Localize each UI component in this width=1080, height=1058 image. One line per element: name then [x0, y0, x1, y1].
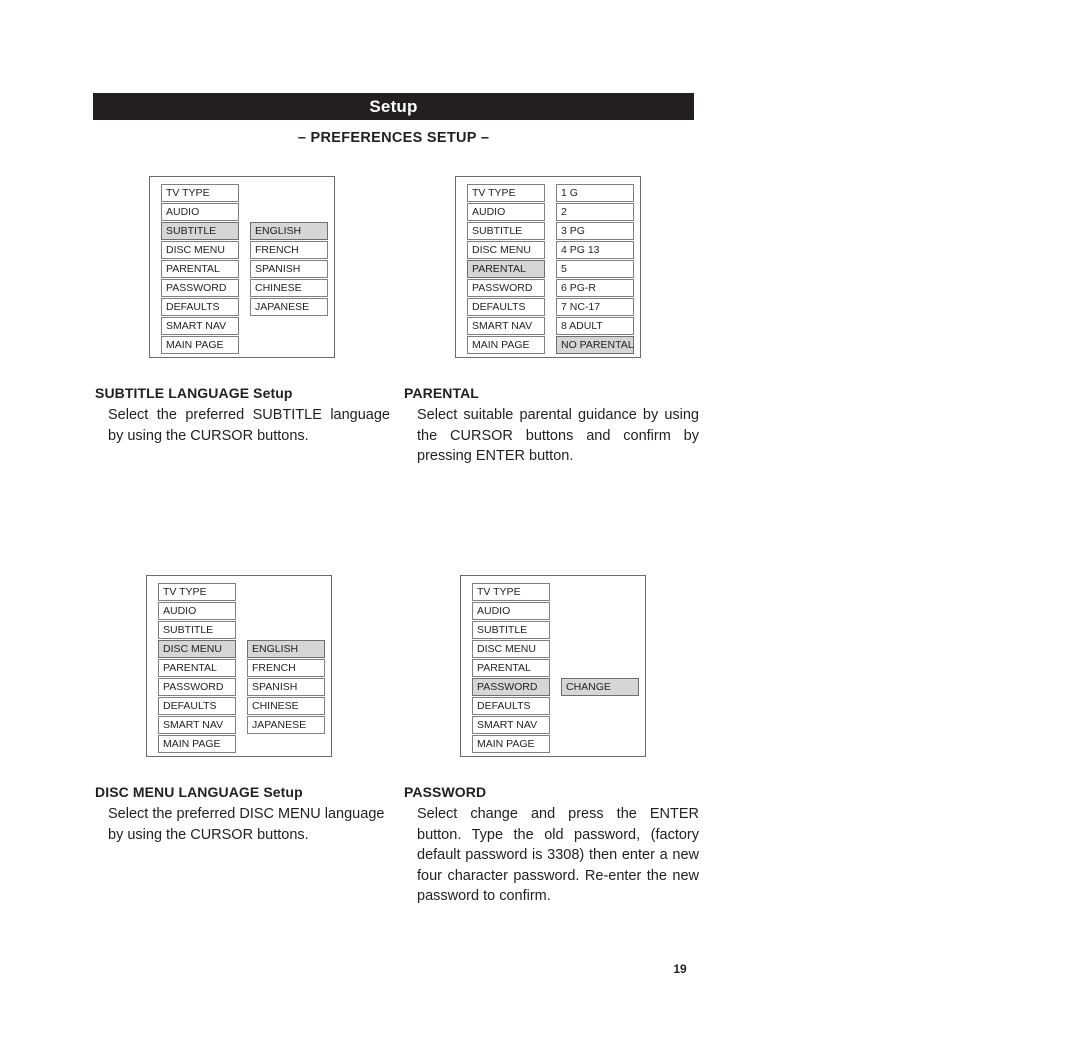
- subtitle-language-heading: SUBTITLE LANGUAGE Setup: [95, 385, 293, 401]
- menu-item[interactable]: DEFAULTS: [467, 298, 545, 316]
- manual-page: Setup – PREFERENCES SETUP – TV TYPE AUDIO…: [0, 0, 1080, 1058]
- menu-column-left: TV TYPE AUDIO SUBTITLE DISC MENU PARENTAL PAS…: [161, 184, 239, 354]
- menu-item[interactable]: AUDIO: [161, 203, 239, 221]
- menu-item[interactable]: AUDIO: [467, 203, 545, 221]
- menu-item[interactable]: PARENTAL: [161, 260, 239, 278]
- menu-item[interactable]: MAIN PAGE: [161, 336, 239, 354]
- menu-item[interactable]: SUBTITLE: [472, 621, 550, 639]
- menu-item-selected[interactable]: NO PARENTAL: [556, 336, 634, 354]
- menu-item[interactable]: 4 PG 13: [556, 241, 634, 259]
- menu-item[interactable]: FRENCH: [250, 241, 328, 259]
- disc-menu-language-body: Select the preferred DISC MENU language …: [108, 806, 385, 843]
- menu-column-spacer: [250, 184, 328, 221]
- menu-item-selected[interactable]: PASSWORD: [472, 678, 550, 696]
- menu-item-selected[interactable]: CHANGE: [561, 678, 639, 696]
- menu-item[interactable]: PARENTAL: [158, 659, 236, 677]
- section-title: – PREFERENCES SETUP –: [297, 130, 490, 146]
- menu-item[interactable]: DISC MENU: [467, 241, 545, 259]
- disc-menu-language-section: DISC MENU LANGUAGE Setup Select the pref…: [95, 784, 390, 845]
- menu-item[interactable]: PARENTAL: [472, 659, 550, 677]
- menu-item[interactable]: MAIN PAGE: [472, 735, 550, 753]
- subtitle-language-menu-diagram: TV TYPE AUDIO SUBTITLE DISC MENU PARENTAL PAS…: [149, 176, 335, 358]
- menu-column-right: 1 G23 PG 4 PG 13 5 6 PG-R 7 NC-17 8 ADULT NO P…: [556, 184, 634, 354]
- disc-menu-language-menu-diagram: TV TYPE AUDIO SUBTITLE DISC MENU PARENTAL PAS…: [146, 575, 332, 757]
- menu-item[interactable]: SUBTITLE: [158, 621, 236, 639]
- menu-column-left: TV TYPE AUDIO SUBTITLE DISC MENU PARENTAL PAS…: [467, 184, 545, 354]
- menu-column-left: TV TYPE AUDIO SUBTITLE DISC MENU PARENTAL PAS…: [472, 583, 550, 753]
- parental-menu-diagram: TV TYPE AUDIO SUBTITLE DISC MENU PARENTAL PAS…: [455, 176, 641, 358]
- menu-item[interactable]: TV TYPE: [467, 184, 545, 202]
- menu-item[interactable]: DEFAULTS: [158, 697, 236, 715]
- subtitle-language-section: SUBTITLE LANGUAGE Setup Select the prefe…: [95, 385, 390, 446]
- menu-item[interactable]: SPANISH: [250, 260, 328, 278]
- menu-item[interactable]: 1 G: [556, 184, 634, 202]
- parental-body: Select suitable parental guidance by usi…: [417, 407, 699, 464]
- menu-column-spacer: [247, 583, 325, 639]
- parental-heading: PARENTAL: [404, 385, 479, 401]
- menu-item[interactable]: AUDIO: [472, 602, 550, 620]
- subtitle-language-body: Select the preferred SUBTITLE language b…: [108, 407, 390, 444]
- menu-item[interactable]: CHINESE: [250, 279, 328, 297]
- password-section: PASSWORD Select change and press the ENT…: [404, 784, 699, 907]
- menu-item[interactable]: SMART NAV: [158, 716, 236, 734]
- menu-item[interactable]: TV TYPE: [161, 184, 239, 202]
- menu-item[interactable]: JAPANESE: [250, 298, 328, 316]
- menu-item[interactable]: MAIN PAGE: [467, 336, 545, 354]
- menu-item[interactable]: 8 ADULT: [556, 317, 634, 335]
- menu-column-right: CHANGE: [561, 583, 639, 696]
- menu-item[interactable]: SMART NAV: [472, 716, 550, 734]
- password-menu-diagram: TV TYPE AUDIO SUBTITLE DISC MENU PARENTAL PAS…: [460, 575, 646, 757]
- menu-item[interactable]: SUBTITLE: [467, 222, 545, 240]
- menu-item[interactable]: 6 PG-R: [556, 279, 634, 297]
- menu-item[interactable]: SMART NAV: [161, 317, 239, 335]
- menu-item[interactable]: 5: [556, 260, 634, 278]
- menu-item[interactable]: 3 PG: [556, 222, 634, 240]
- password-body: Select change and press the ENTER button…: [417, 806, 699, 904]
- password-heading: PASSWORD: [404, 784, 487, 800]
- menu-item-selected[interactable]: DISC MENU: [158, 640, 236, 658]
- menu-item[interactable]: SMART NAV: [467, 317, 545, 335]
- page-number: 19: [673, 962, 687, 976]
- page-title: Setup: [369, 97, 418, 116]
- menu-item[interactable]: CHINESE: [247, 697, 325, 715]
- menu-column-right: ENGLISH FRENCH SPANISH CHINESE JAPANESE: [250, 184, 328, 316]
- menu-item[interactable]: DEFAULTS: [161, 298, 239, 316]
- menu-column-right: ENGLISH FRENCH SPANISH CHINESE JAPANESE: [247, 583, 325, 734]
- page-header-bar: Setup: [93, 93, 694, 120]
- menu-item-selected[interactable]: PARENTAL: [467, 260, 545, 278]
- parental-section: PARENTAL Select suitable parental guidan…: [404, 385, 699, 467]
- menu-item[interactable]: MAIN PAGE: [158, 735, 236, 753]
- menu-item[interactable]: TV TYPE: [472, 583, 550, 601]
- menu-column-left: TV TYPE AUDIO SUBTITLE DISC MENU PARENTAL PAS…: [158, 583, 236, 753]
- menu-item[interactable]: DISC MENU: [472, 640, 550, 658]
- menu-item[interactable]: PASSWORD: [158, 678, 236, 696]
- disc-menu-language-heading: DISC MENU LANGUAGE Setup: [95, 784, 303, 800]
- menu-item[interactable]: PASSWORD: [161, 279, 239, 297]
- menu-item[interactable]: FRENCH: [247, 659, 325, 677]
- menu-item[interactable]: PASSWORD: [467, 279, 545, 297]
- menu-item[interactable]: 7 NC-17: [556, 298, 634, 316]
- menu-item[interactable]: DISC MENU: [161, 241, 239, 259]
- menu-item[interactable]: 2: [556, 203, 634, 221]
- menu-item-selected[interactable]: ENGLISH: [247, 640, 325, 658]
- menu-item[interactable]: DEFAULTS: [472, 697, 550, 715]
- menu-item[interactable]: SPANISH: [247, 678, 325, 696]
- menu-item[interactable]: JAPANESE: [247, 716, 325, 734]
- menu-item-selected[interactable]: SUBTITLE: [161, 222, 239, 240]
- menu-item-selected[interactable]: ENGLISH: [250, 222, 328, 240]
- menu-item[interactable]: TV TYPE: [158, 583, 236, 601]
- menu-column-spacer: [561, 583, 639, 677]
- menu-item[interactable]: AUDIO: [158, 602, 236, 620]
